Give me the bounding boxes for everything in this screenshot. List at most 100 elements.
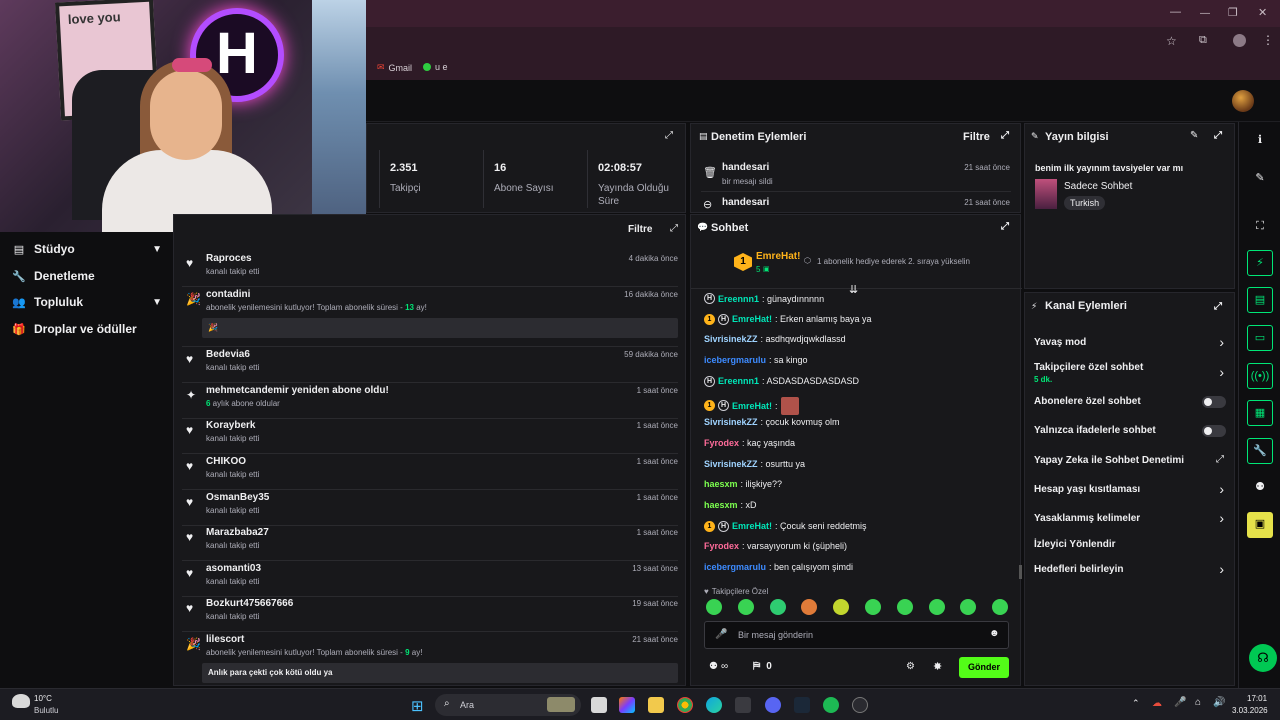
pencil-icon[interactable]: ✎ <box>1190 130 1198 141</box>
popout-icon[interactable]: ⤢ <box>665 130 673 141</box>
tray-app-icon[interactable]: ☁ <box>1152 698 1162 709</box>
channel-action-row[interactable]: Hesap yaşı kısıtlaması › <box>1025 481 1236 506</box>
emote-icon[interactable] <box>833 599 850 615</box>
chat-message[interactable]: icebergmarulu: ben çalışıyom şimdi <box>704 562 853 572</box>
taskbar-search[interactable]: ⌕ Ara <box>435 694 581 716</box>
channel-action-row[interactable]: Yavaş mod › <box>1025 334 1236 359</box>
chat-username[interactable]: icebergmarulu <box>704 562 766 572</box>
gear-icon[interactable]: ⚙ <box>906 661 915 672</box>
activity-item[interactable]: ♥ Bedevia6 kanalı takip etti 59 dakika önce <box>182 349 678 383</box>
clapper-icon[interactable]: ▣ <box>1247 512 1273 538</box>
popout-icon[interactable]: ⤢ <box>1214 301 1222 312</box>
chat-message[interactable]: 1 H EmreHat!: Çocuk seni reddetmiş <box>704 520 867 532</box>
toggle-switch[interactable] <box>1202 425 1226 437</box>
moderator-name[interactable]: handesari <box>722 197 769 208</box>
chat-message[interactable]: SivrisinekZZ: asdhqwdjqwkdlassd <box>704 334 846 344</box>
spotify-icon[interactable] <box>823 697 839 713</box>
activity-item[interactable]: ✦ mehmetcandemir yeniden abone oldu! 6 ayl… <box>182 385 678 419</box>
chat-input[interactable]: 🎤 Bir mesaj gönderin ☻ <box>704 621 1009 649</box>
activity-item[interactable]: ♥ CHIKOO kanalı takip etti 1 saat önce <box>182 456 678 490</box>
support-headset-icon[interactable]: ☊ <box>1249 644 1277 672</box>
activity-item[interactable]: 🎉 lilescort abonelik yenilemesini kutluyor… <box>182 634 678 692</box>
chat-username[interactable]: EmreHat! <box>732 314 772 324</box>
maximize-icon[interactable]: ❐ <box>1228 6 1238 19</box>
channel-action-row[interactable]: Yapay Zeka ile Sohbet Denetimi ⤢ <box>1025 453 1236 477</box>
emote-icon[interactable] <box>865 599 881 615</box>
community-icon[interactable]: ⚉ <box>1247 475 1273 501</box>
activity-username[interactable]: OsmanBey35 <box>206 492 269 503</box>
obs-icon[interactable] <box>852 697 868 713</box>
channel-action-row[interactable]: Abonelere özel sohbet <box>1025 394 1236 418</box>
chat-scrollbar[interactable] <box>1019 565 1022 579</box>
emote-icon[interactable] <box>706 599 722 615</box>
channel-action-row[interactable]: Hedefleri belirleyin › <box>1025 561 1236 586</box>
category-name[interactable]: Sadece Sohbet <box>1064 181 1132 192</box>
points-infinite[interactable]: ⚉ ∞ <box>709 661 728 672</box>
chat-message[interactable]: SivrisinekZZ: çocuk kovmuş olm <box>704 417 840 427</box>
activity-username[interactable]: lilescort <box>206 634 244 645</box>
emote-icon[interactable] <box>928 599 945 615</box>
star-icon[interactable]: ☆ <box>1166 34 1177 48</box>
emote-icon[interactable] <box>769 599 786 615</box>
volume-icon[interactable]: 🔊 <box>1213 697 1225 708</box>
minimize-button[interactable]: — <box>1200 8 1210 19</box>
info-icon[interactable]: ℹ <box>1247 128 1273 154</box>
activity-username[interactable]: Marazbaba27 <box>206 527 269 538</box>
activity-username[interactable]: asomanti03 <box>206 563 261 574</box>
chat-message[interactable]: 1 H EmreHat!: Erken anlamış baya ya <box>704 313 872 325</box>
sidebar-item-drops[interactable]: 🎁 Droplar ve ödüller <box>12 322 162 336</box>
broadcast-icon[interactable]: ((•)) <box>1247 363 1273 389</box>
bookmark-ue[interactable]: u e <box>423 62 448 72</box>
sidebar-item-community[interactable]: 👥 Topluluk ▼ <box>12 295 162 309</box>
moderator-name[interactable]: handesari <box>722 162 769 173</box>
steam-icon[interactable] <box>794 697 810 713</box>
activity-item[interactable]: 🎉 contadini abonelik yenilemesini kutluyor… <box>182 289 678 347</box>
store-icon[interactable] <box>735 697 751 713</box>
popout-icon[interactable]: ⤢ <box>1214 130 1222 141</box>
close-icon[interactable]: ✕ <box>1258 6 1267 19</box>
emote-icon[interactable] <box>801 599 818 615</box>
toggle-switch[interactable] <box>1202 396 1226 408</box>
menu-icon[interactable]: ⋮ <box>1262 33 1274 47</box>
activity-username[interactable]: Bozkurt475667666 <box>206 598 293 609</box>
activity-item[interactable]: ♥ OsmanBey35 kanalı takip etti 1 saat önce <box>182 492 678 526</box>
activity-username[interactable]: Bedevia6 <box>206 349 250 360</box>
channel-action-row[interactable]: İzleyici Yönlendir <box>1025 537 1236 561</box>
channel-action-row[interactable]: Yasaklanmış kelimeler › <box>1025 510 1236 535</box>
activity-username[interactable]: Korayberk <box>206 420 255 431</box>
send-button[interactable]: Gönder <box>959 657 1009 678</box>
filter-button[interactable]: Filtre <box>963 131 990 143</box>
emote-icon[interactable] <box>992 599 1009 615</box>
chat-message[interactable]: H Ereennn1: ASDASDASDASDASD <box>704 375 859 387</box>
chat-username[interactable]: Ereennn1 <box>718 376 759 386</box>
chat-message[interactable]: 1 H EmreHat!: <box>704 396 799 415</box>
channel-points[interactable]: ⛿ 0 <box>753 661 772 672</box>
mic-icon[interactable]: 🎤 <box>1174 697 1186 708</box>
store-icon[interactable]: ▦ <box>1247 400 1273 426</box>
chat-username[interactable]: Fyrodex <box>704 541 739 551</box>
windows-start-icon[interactable]: ⊞ <box>411 697 424 715</box>
chat-username[interactable]: SivrisinekZZ <box>704 334 758 344</box>
lightning-icon[interactable]: ⚡ <box>1247 250 1273 276</box>
chat-username[interactable]: haesxm <box>704 479 738 489</box>
chat-username[interactable]: haesxm <box>704 500 738 510</box>
chat-message[interactable]: Fyrodex: varsayıyorum ki (şüpheli) <box>704 541 847 551</box>
activity-item[interactable]: ♥ Marazbaba27 kanalı takip etti 1 saat önce <box>182 527 678 561</box>
clipboard-icon[interactable]: ▤ <box>1247 287 1273 313</box>
popout-icon[interactable]: ⤢ <box>1001 221 1009 232</box>
popout-icon[interactable]: ⤢ <box>1001 130 1009 141</box>
task-view-icon[interactable] <box>591 697 607 713</box>
chat-message[interactable]: haesxm: xD <box>704 500 757 510</box>
chrome-icon[interactable] <box>677 697 693 713</box>
chat-message[interactable]: Fyrodex: kaç yaşında <box>704 438 795 448</box>
emote-icon[interactable] <box>896 599 913 615</box>
activity-username[interactable]: contadini <box>206 289 250 300</box>
wrench-icon[interactable]: 🔧 <box>1247 438 1273 464</box>
category-thumbnail[interactable] <box>1035 179 1057 209</box>
quick-emote-icon[interactable]: ✸ <box>933 660 942 673</box>
bookmark-gmail[interactable]: ✉ Gmail <box>377 62 412 73</box>
chat-message[interactable]: haesxm: ilişkiye?? <box>704 479 782 489</box>
channel-action-row[interactable]: Yalnızca ifadelerle sohbet <box>1025 423 1236 447</box>
chat-username[interactable]: EmreHat! <box>732 521 772 531</box>
chat-username[interactable]: EmreHat! <box>732 401 772 411</box>
